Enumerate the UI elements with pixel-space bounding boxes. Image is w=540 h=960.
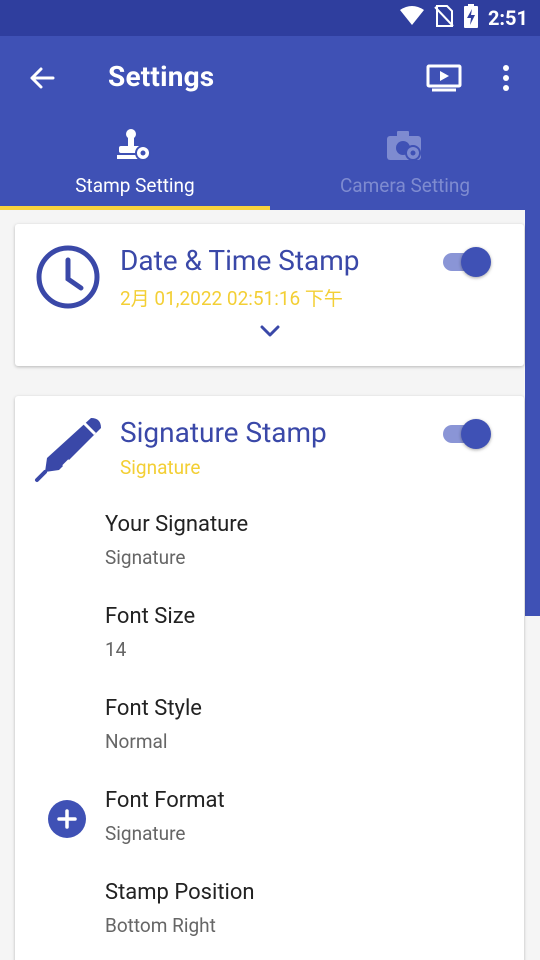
scrollbar[interactable] [525,210,540,616]
toggle-thumb [461,247,491,277]
tab-camera-setting-label: Camera Setting [339,174,471,197]
slideshow-button[interactable] [424,60,464,96]
setting-your-signature[interactable]: Your Signature Signature [105,512,505,582]
tab-stamp-setting-label: Stamp Setting [75,174,195,197]
signature-stamp-title: Signature Stamp [120,416,327,449]
date-time-stamp-title: Date & Time Stamp [120,244,360,277]
expand-button[interactable] [255,316,285,346]
clock-icon [36,245,100,309]
status-icons: 2:51 [399,0,528,36]
plus-icon [57,809,77,829]
tab-stamp-setting[interactable]: Stamp Setting [0,120,270,210]
signature-stamp-card: Signature Stamp Signature Your Signature… [15,396,524,960]
setting-label: Stamp Position [105,880,255,905]
setting-font-style[interactable]: Font Style Normal [105,696,505,766]
status-bar: 2:51 [0,0,540,36]
status-time: 2:51 [487,6,528,30]
setting-value: 14 [105,638,127,661]
setting-label: Font Style [105,696,202,721]
arrow-back-icon [30,67,55,89]
signature-stamp-toggle[interactable] [443,418,491,449]
battery-charging-icon [463,4,478,32]
overflow-menu-button[interactable] [494,60,518,96]
setting-value: Signature [105,822,186,845]
date-time-stamp-toggle[interactable] [443,246,491,277]
more-vert-icon [503,65,509,91]
setting-value: Bottom Right [105,914,216,937]
settings-content: Date & Time Stamp 2月 01,2022 02:51:16 下午… [0,210,540,960]
slideshow-icon [426,64,462,92]
toolbar: Settings [0,36,540,120]
setting-value: Normal [105,730,168,753]
setting-stamp-position[interactable]: Stamp Position Bottom Right [105,880,505,950]
add-button[interactable] [48,800,86,838]
date-time-stamp-card: Date & Time Stamp 2月 01,2022 02:51:16 下午 [15,224,524,366]
page-title: Settings [108,60,215,93]
stamp-gear-icon [117,129,151,161]
camera-gear-icon [387,131,421,161]
setting-value: Signature [105,546,186,569]
pen-icon [35,418,101,482]
signature-stamp-preview: Signature [120,456,201,479]
no-sim-icon [434,5,454,31]
setting-label: Your Signature [105,512,249,537]
toggle-thumb [461,419,491,449]
setting-font-size[interactable]: Font Size 14 [105,604,505,674]
back-button[interactable] [24,60,60,96]
tab-bar: Stamp Setting Camera Setting [0,120,540,210]
date-time-stamp-preview: 2月 01,2022 02:51:16 下午 [120,287,343,310]
wifi-icon [399,6,424,30]
setting-font-format[interactable]: Font Format Signature [105,788,505,858]
tab-camera-setting[interactable]: Camera Setting [270,120,540,210]
setting-label: Font Size [105,604,196,629]
chevron-down-icon [260,325,280,337]
setting-label: Font Format [105,788,225,813]
